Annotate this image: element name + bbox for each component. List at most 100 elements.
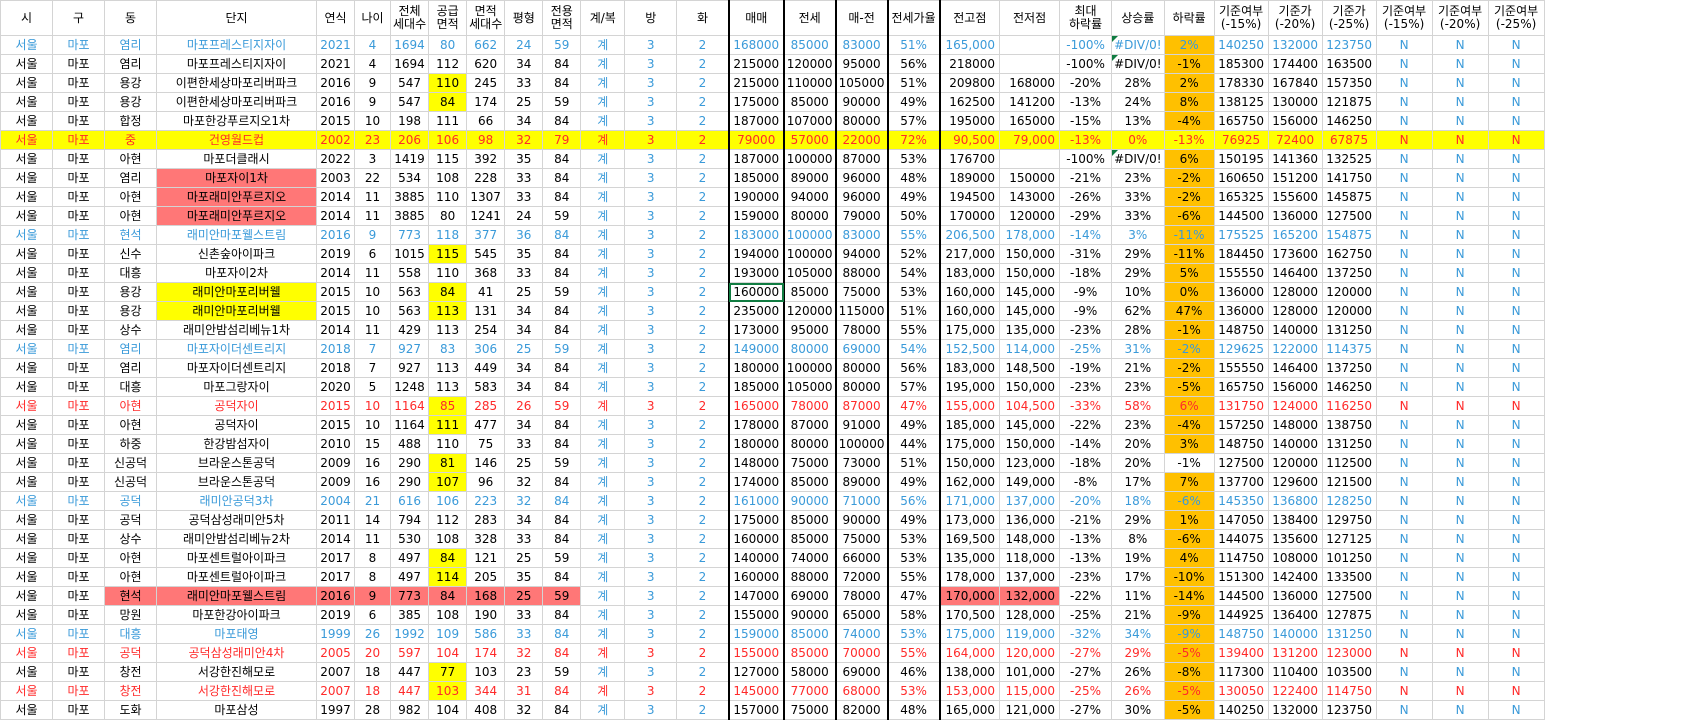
table-cell[interactable]: 2 — [676, 472, 730, 492]
table-cell[interactable]: 123750 — [1321, 35, 1377, 55]
table-cell[interactable]: 217,000 — [939, 244, 1001, 264]
table-cell[interactable]: 2 — [676, 320, 730, 340]
table-cell[interactable]: 140000 — [1267, 434, 1323, 454]
table-cell[interactable]: 26 — [354, 624, 391, 644]
table-cell[interactable]: 2010 — [316, 434, 355, 454]
table-cell[interactable]: 24 — [504, 206, 544, 226]
table-cell[interactable]: 83000 — [834, 225, 889, 245]
table-cell[interactable]: 927 — [389, 339, 430, 359]
table-cell[interactable]: 254 — [466, 320, 506, 340]
table-cell[interactable]: 153,000 — [939, 681, 1001, 701]
table-cell[interactable]: 2 — [676, 282, 730, 302]
table-cell[interactable]: 84 — [542, 415, 582, 435]
table-cell[interactable]: N — [1487, 662, 1545, 682]
table-cell[interactable]: 건영월드컵 — [156, 130, 317, 150]
table-cell[interactable]: 160000 — [727, 529, 785, 549]
table-cell[interactable]: 122400 — [1267, 681, 1323, 701]
table-cell[interactable]: 1307 — [466, 187, 506, 207]
table-cell[interactable]: 84 — [428, 586, 468, 606]
table-cell[interactable]: 서울 — [0, 491, 53, 511]
table-cell[interactable]: 120000 — [782, 301, 837, 321]
table-cell[interactable]: 2 — [676, 263, 730, 283]
table-cell[interactable]: 114750 — [1213, 548, 1269, 568]
table-cell[interactable]: N — [1431, 453, 1489, 473]
table-cell[interactable]: N — [1375, 529, 1433, 549]
table-cell[interactable]: 137250 — [1321, 263, 1377, 283]
table-cell[interactable]: 160,000 — [939, 301, 1001, 321]
table-cell[interactable]: 8 — [354, 567, 391, 587]
table-cell[interactable]: 0% — [1163, 282, 1215, 302]
column-header[interactable]: 기준여부 (-15%) — [1213, 0, 1269, 36]
table-cell[interactable]: 115 — [428, 149, 468, 169]
table-cell[interactable]: 서울 — [0, 434, 53, 454]
table-cell[interactable]: 119,000 — [999, 624, 1061, 644]
column-header[interactable]: 전세가율 — [886, 0, 941, 36]
table-cell[interactable]: 150000 — [999, 168, 1061, 188]
table-cell[interactable]: 72% — [886, 130, 941, 150]
table-cell[interactable]: 1164 — [389, 396, 430, 416]
table-cell[interactable]: 2 — [676, 396, 730, 416]
table-cell[interactable]: N — [1487, 149, 1545, 169]
table-cell[interactable]: 3 — [624, 681, 678, 701]
table-cell[interactable]: 브라운스톤공덕 — [156, 453, 317, 473]
table-cell[interactable]: 59 — [542, 662, 582, 682]
column-header[interactable]: 면적 세대수 — [466, 0, 506, 36]
table-cell[interactable]: 마포 — [52, 529, 105, 549]
table-cell[interactable]: N — [1487, 35, 1545, 55]
table-cell[interactable]: 147000 — [727, 586, 785, 606]
table-cell[interactable]: 85000 — [782, 643, 837, 663]
table-cell[interactable]: 33 — [504, 529, 544, 549]
table-cell[interactable]: 망원 — [104, 605, 157, 625]
table-cell[interactable]: 9 — [354, 73, 391, 93]
table-cell[interactable]: 16 — [354, 472, 391, 492]
table-cell[interactable]: 35 — [504, 149, 544, 169]
table-cell[interactable]: 77000 — [782, 681, 837, 701]
table-cell[interactable]: 110 — [428, 263, 468, 283]
table-cell[interactable]: 130050 — [1213, 681, 1269, 701]
table-cell[interactable]: 84 — [542, 643, 582, 663]
table-cell[interactable]: N — [1487, 586, 1545, 606]
table-cell[interactable]: 마포 — [52, 149, 105, 169]
table-cell[interactable]: 84 — [542, 149, 582, 169]
table-cell[interactable]: 131750 — [1213, 396, 1269, 416]
table-cell[interactable]: 마포프레스티지자이 — [156, 35, 317, 55]
table-cell[interactable]: 34% — [1111, 624, 1165, 644]
table-cell[interactable]: 10 — [354, 415, 391, 435]
table-cell[interactable]: N — [1375, 92, 1433, 112]
table-cell[interactable]: 100000 — [782, 149, 837, 169]
table-cell[interactable]: 137700 — [1213, 472, 1269, 492]
table-cell[interactable]: 58% — [886, 605, 941, 625]
table-cell[interactable]: 80000 — [782, 434, 837, 454]
table-cell[interactable]: 53% — [886, 529, 941, 549]
table-cell[interactable]: 마포 — [52, 396, 105, 416]
table-cell[interactable]: 74000 — [834, 624, 889, 644]
table-cell[interactable]: 144500 — [1213, 206, 1269, 226]
table-cell[interactable]: 114,000 — [999, 339, 1061, 359]
table-cell[interactable]: 4 — [354, 35, 391, 55]
table-cell[interactable]: 래미안밤섬리베뉴1차 — [156, 320, 317, 340]
table-cell[interactable]: -27% — [1059, 700, 1113, 720]
table-cell[interactable]: 106 — [428, 130, 468, 150]
table-cell[interactable]: 88000 — [834, 263, 889, 283]
table-cell[interactable]: 103 — [428, 681, 468, 701]
table-cell[interactable]: -15% — [1059, 111, 1113, 131]
table-cell[interactable]: 서강한진해모로 — [156, 662, 317, 682]
table-cell[interactable]: 85 — [428, 396, 468, 416]
table-cell[interactable]: N — [1375, 567, 1433, 587]
table-cell[interactable]: N — [1487, 453, 1545, 473]
table-cell[interactable]: 131200 — [1267, 643, 1323, 663]
table-cell[interactable]: 84 — [542, 700, 582, 720]
table-cell[interactable]: 2% — [1163, 35, 1215, 55]
table-cell[interactable]: 100000 — [834, 434, 889, 454]
table-cell[interactable]: 56% — [886, 491, 941, 511]
table-cell[interactable]: N — [1487, 111, 1545, 131]
table-cell[interactable]: 마포한강푸르지오1차 — [156, 111, 317, 131]
table-cell[interactable]: 121 — [466, 548, 506, 568]
table-cell[interactable]: 3% — [1163, 434, 1215, 454]
table-cell[interactable]: 마포그랑자이 — [156, 377, 317, 397]
table-cell[interactable]: 156000 — [1267, 111, 1323, 131]
table-cell[interactable]: 132000 — [1267, 700, 1323, 720]
table-cell[interactable]: -2% — [1163, 168, 1215, 188]
table-cell[interactable]: 141200 — [999, 92, 1061, 112]
table-cell[interactable]: 55% — [886, 567, 941, 587]
